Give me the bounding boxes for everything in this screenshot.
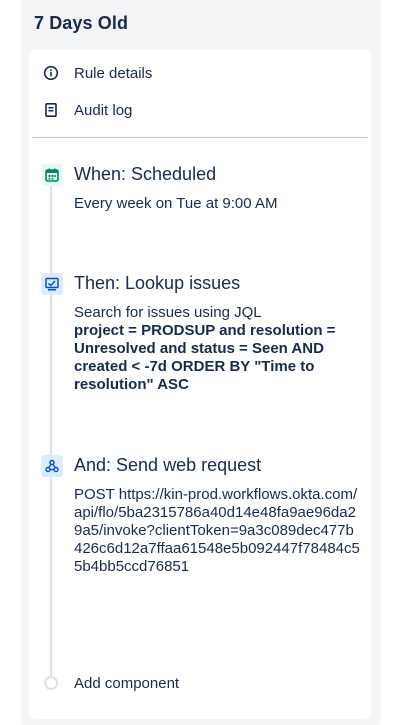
web-request-step-description: POST https://kin-prod.workflows.okta.com… [74,486,360,575]
lookup-issues-step-description: Search for issues using JQL [74,304,262,321]
rule-details-label: Rule details [74,65,153,82]
lookup-issues-jql-query: project = PRODSUP and resolution = Unres… [74,322,336,393]
timeline-connector [50,178,52,678]
web-request-step-title: And: Send web request [74,455,262,475]
info-icon [43,65,59,81]
trigger-step-description: Every week on Tue at 9:00 AM [74,195,278,212]
panel-title: 7 Days Old [34,13,129,33]
add-component-dot [44,676,58,690]
audit-log-link[interactable]: Audit log [29,94,371,128]
webhook-icon [41,455,63,477]
lookup-screen-icon [41,273,63,295]
lookup-issues-step-title: Then: Lookup issues [74,273,241,293]
rule-card: Rule details Audit log When: Scheduled E… [29,50,371,719]
add-component-button[interactable]: Add component [74,675,179,692]
calendar-icon [41,164,63,186]
document-icon [43,102,59,118]
audit-log-label: Audit log [74,102,133,119]
rule-details-link[interactable]: Rule details [29,57,371,91]
trigger-step-title: When: Scheduled [74,164,217,184]
rule-panel: 7 Days Old Rule details Audit log When: … [21,0,381,725]
divider [33,137,367,138]
